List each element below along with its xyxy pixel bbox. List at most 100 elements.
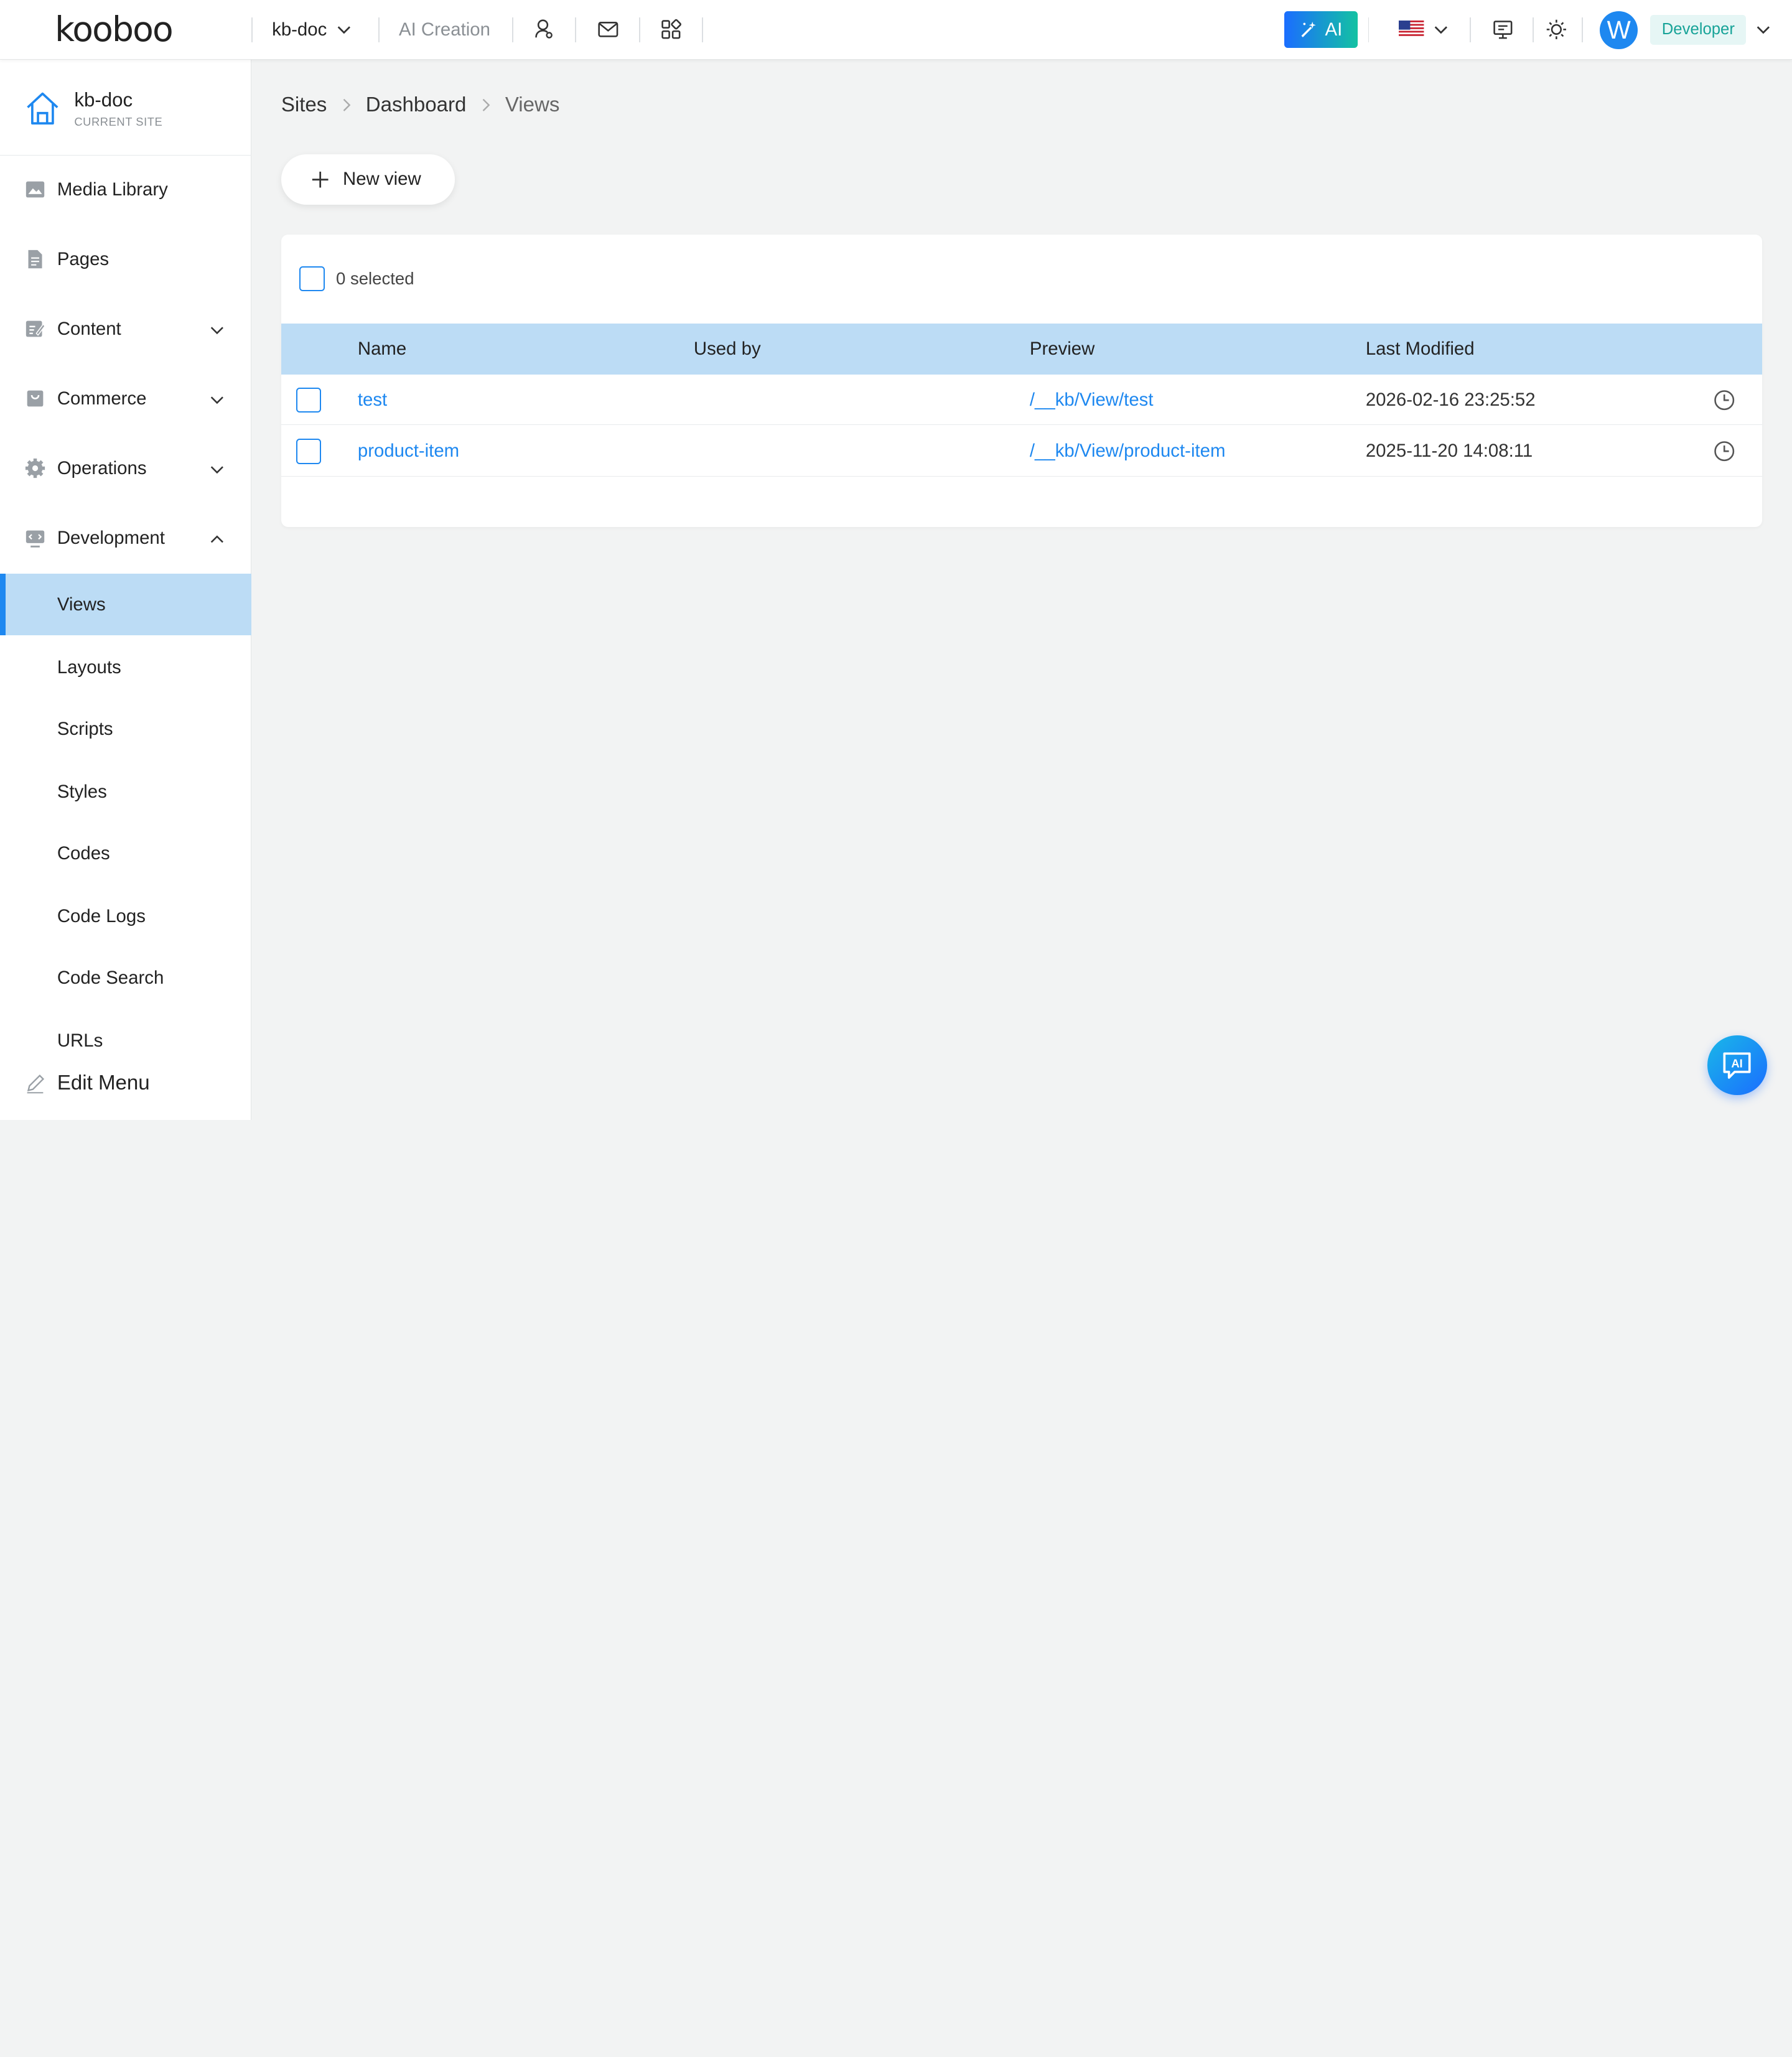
- edit-menu-button[interactable]: Edit Menu: [0, 1056, 251, 1111]
- kooboo-logo[interactable]: kooboo: [55, 12, 198, 47]
- chevron-right-icon: [343, 98, 351, 111]
- divider: [1368, 17, 1370, 42]
- top-bar: kooboo kb-doc AI Creation AI W Developer: [0, 0, 1792, 60]
- selected-count: 0 selected: [335, 269, 414, 289]
- sidebar-item-label: Content: [57, 318, 121, 339]
- sidebar-subitem-scripts[interactable]: Scripts: [0, 698, 251, 760]
- divider: [1469, 17, 1471, 42]
- table-row: test /__kb/View/test 2026-02-16 23:25:52: [281, 375, 1763, 426]
- theme-sun-icon[interactable]: [1543, 16, 1570, 44]
- column-header-used-by[interactable]: Used by: [694, 324, 761, 375]
- us-flag-icon[interactable]: [1399, 21, 1424, 38]
- breadcrumb-views: Views: [505, 93, 560, 116]
- sidebar-subitem-views[interactable]: Views: [0, 574, 252, 636]
- preview-link[interactable]: /__kb/View/test: [1030, 375, 1154, 425]
- select-all-checkbox[interactable]: [299, 266, 325, 292]
- home-icon: [26, 92, 58, 125]
- sidebar-item-operations[interactable]: Operations: [0, 437, 251, 499]
- chevron-down-icon: [210, 327, 224, 335]
- sidebar-subitem-label: URLs: [57, 1030, 103, 1052]
- store-icon: [27, 391, 44, 407]
- sidebar-item-media-library[interactable]: Media Library: [0, 159, 251, 220]
- logo-text: kooboo: [55, 9, 174, 50]
- column-header-last-modified[interactable]: Last Modified: [1366, 324, 1475, 375]
- row-checkbox[interactable]: [296, 439, 322, 464]
- ai-creation-link[interactable]: AI Creation: [399, 0, 490, 60]
- divider: [1533, 17, 1534, 42]
- chat-bubble-icon: AI: [1723, 1052, 1751, 1079]
- sidebar-item-commerce[interactable]: Commerce: [0, 368, 251, 429]
- history-clock-icon[interactable]: [1712, 388, 1737, 413]
- site-name: kb-doc: [74, 89, 133, 111]
- chevron-up-icon: [210, 535, 224, 543]
- code-icon: [26, 530, 45, 548]
- sidebar-subitem-label: Styles: [57, 781, 107, 802]
- ai-chat-label: AI: [1732, 1056, 1743, 1070]
- plus-icon: [312, 171, 329, 188]
- divider: [638, 17, 640, 42]
- breadcrumb-sites[interactable]: Sites: [281, 93, 327, 117]
- divider: [511, 17, 513, 42]
- sidebar-item-pages[interactable]: Pages: [0, 228, 251, 290]
- sidebar-subitem-styles[interactable]: Styles: [0, 761, 251, 823]
- preview-link[interactable]: /__kb/View/product-item: [1030, 426, 1226, 477]
- role-badge[interactable]: Developer: [1650, 14, 1747, 45]
- sidebar-item-label: Operations: [57, 458, 147, 479]
- sidebar-item-label: Pages: [57, 248, 110, 269]
- ai-chat-button[interactable]: AI: [1707, 1035, 1767, 1095]
- selection-bar: 0 selected: [299, 266, 414, 292]
- sidebar-subitem-label: Codes: [57, 842, 110, 864]
- pencil-icon: [27, 1074, 45, 1093]
- apps-grid-icon[interactable]: [657, 16, 684, 44]
- sidebar-item-label: Media Library: [57, 179, 168, 200]
- new-view-button[interactable]: New view: [281, 154, 455, 205]
- chevron-down-icon: [337, 26, 350, 34]
- last-modified-cell: 2025-11-20 14:08:11: [1365, 441, 1533, 462]
- site-subtitle: CURRENT SITE: [74, 115, 163, 129]
- sidebar-subitem-layouts[interactable]: Layouts: [0, 637, 251, 698]
- sidebar-subitem-label: Code Logs: [57, 906, 146, 926]
- sidebar: kb-doc CURRENT SITE Media Library Pages …: [0, 59, 252, 1120]
- user-avatar[interactable]: W: [1600, 11, 1638, 49]
- column-header-name[interactable]: Name: [358, 324, 406, 375]
- current-site-header[interactable]: kb-doc CURRENT SITE: [0, 60, 252, 156]
- ai-button-label: AI: [1325, 19, 1343, 40]
- magic-wand-icon: [1301, 21, 1316, 37]
- row-checkbox[interactable]: [296, 387, 322, 413]
- chevron-right-icon: [483, 98, 490, 111]
- sidebar-subitem-label: Layouts: [57, 656, 121, 678]
- column-header-preview[interactable]: Preview: [1030, 324, 1094, 375]
- breadcrumb: Sites Dashboard Views: [281, 91, 560, 119]
- view-name-link[interactable]: product-item: [358, 426, 459, 477]
- sidebar-item-label: Commerce: [57, 388, 147, 409]
- image-icon: [26, 182, 45, 198]
- mail-icon[interactable]: [594, 16, 622, 44]
- divider: [574, 17, 576, 42]
- last-modified-cell: 2026-02-16 23:25:52: [1365, 389, 1536, 410]
- table-row: product-item /__kb/View/product-item 202…: [281, 426, 1763, 477]
- chevron-down-icon: [210, 466, 224, 474]
- users-icon[interactable]: [530, 16, 558, 44]
- divider: [251, 17, 253, 42]
- chevron-down-icon: [210, 396, 224, 404]
- view-name-link[interactable]: test: [358, 375, 387, 425]
- edit-menu-label: Edit Menu: [57, 1071, 150, 1095]
- sidebar-subitem-code-logs[interactable]: Code Logs: [0, 885, 251, 947]
- new-view-label: New view: [342, 169, 421, 190]
- ai-button[interactable]: AI: [1284, 11, 1358, 49]
- language-chevron-down-icon[interactable]: [1433, 22, 1449, 38]
- views-table-card: 0 selected Name Used by Preview Last Mod…: [281, 234, 1763, 527]
- sidebar-subitem-code-search[interactable]: Code Search: [0, 948, 251, 1009]
- monitor-icon[interactable]: [1489, 16, 1516, 44]
- site-switcher[interactable]: kb-doc: [272, 0, 352, 60]
- sidebar-subitem-codes[interactable]: Codes: [0, 823, 251, 884]
- role-chevron-down-icon[interactable]: [1755, 22, 1771, 38]
- history-clock-icon[interactable]: [1712, 439, 1737, 464]
- app-root: kooboo kb-doc AI Creation AI W Developer…: [0, 0, 1792, 1120]
- content-icon: [26, 321, 46, 337]
- sidebar-item-content[interactable]: Content: [0, 298, 251, 360]
- site-switcher-label: kb-doc: [272, 19, 327, 40]
- breadcrumb-dashboard[interactable]: Dashboard: [366, 93, 467, 117]
- sidebar-item-development[interactable]: Development: [0, 507, 251, 569]
- divider: [1581, 17, 1583, 42]
